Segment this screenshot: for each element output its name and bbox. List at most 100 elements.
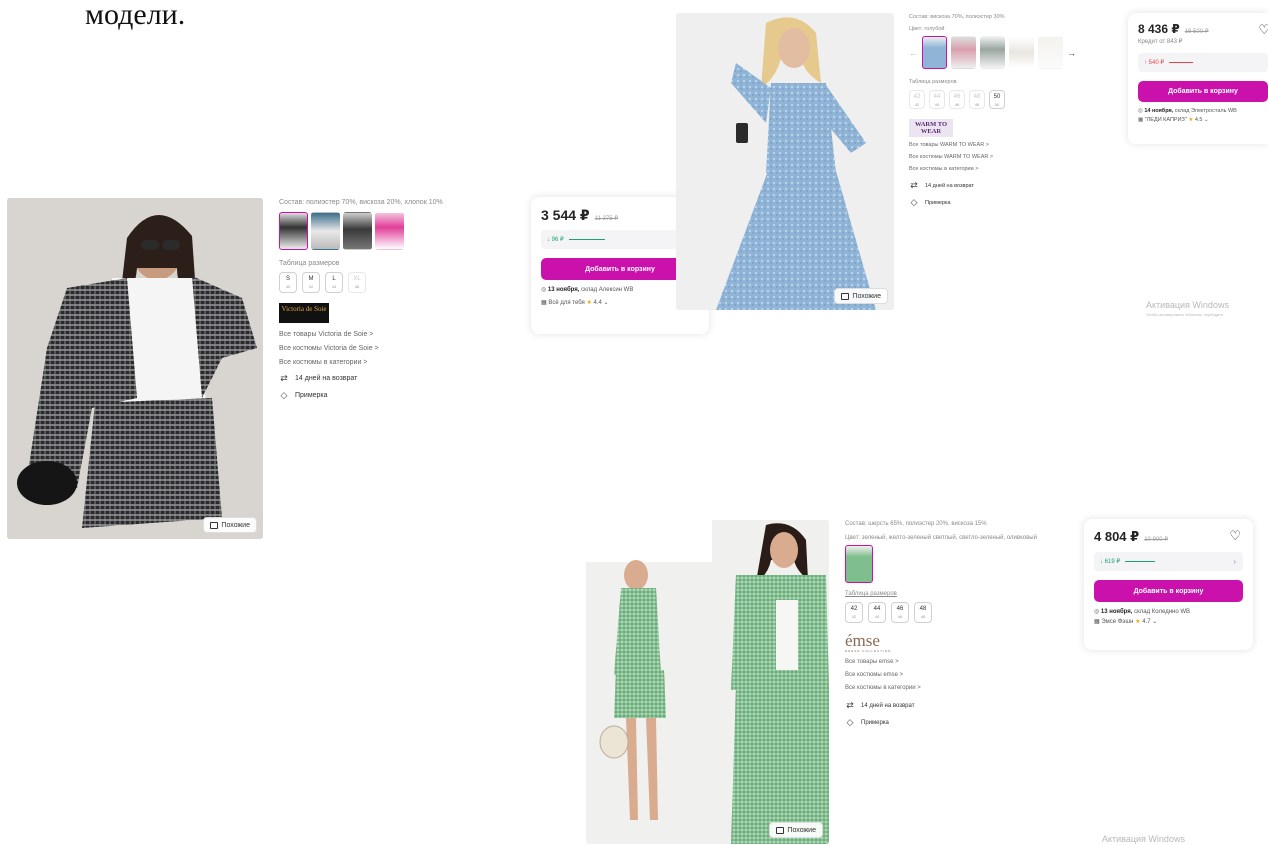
category-link[interactable]: Все костюмы в категории > (279, 359, 519, 366)
current-price: 8 436 ₽ (1138, 22, 1180, 36)
color-thumbnails (845, 545, 1075, 583)
product-photo[interactable]: Похожие (676, 13, 894, 310)
similar-button[interactable]: Похожие (769, 822, 823, 838)
similar-button[interactable]: Похожие (834, 288, 888, 304)
size-option[interactable]: XL 46 (348, 272, 366, 293)
return-policy: ⇄ 14 дней на возврат (280, 373, 358, 383)
size-option[interactable]: 42 42 (845, 602, 863, 623)
size-table-link[interactable]: Таблица размеров (279, 260, 519, 267)
brand-all-items-link[interactable]: Все товары emse > (845, 659, 1075, 665)
brand-all-items-link[interactable]: Все товары Victoria de Soie > (279, 331, 519, 338)
add-to-cart-button[interactable]: Добавить в корзину (1094, 580, 1243, 602)
tag-icon: ◇ (846, 717, 854, 727)
product-info: Состав: шерсть 65%, полиэстер 20%, виско… (845, 521, 1075, 734)
size-option[interactable]: 42 42 (909, 90, 925, 109)
return-icon: ⇄ (280, 373, 288, 383)
composition: Состав: полиэстер 70%, вискоза 20%, хлоп… (279, 199, 443, 206)
category-link[interactable]: Все костюмы в категории > (909, 166, 1109, 172)
seller-info[interactable]: ▦ Эмсе Фэшн ★ 4.7 ⌄ (1094, 618, 1243, 625)
size-table-link[interactable]: Таблица размеров (845, 591, 1075, 597)
size-option[interactable]: 44 44 (868, 602, 886, 623)
similar-label: Похожие (221, 521, 250, 529)
model-illustration (676, 13, 894, 310)
windows-watermark: Активация Windows (1146, 300, 1229, 310)
similar-icon (776, 826, 785, 834)
color-thumb[interactable] (845, 545, 873, 583)
arrow-left-icon[interactable]: ← (909, 48, 918, 58)
size-option[interactable]: 50 50 (989, 90, 1005, 109)
composition: Состав: вискоза 70%, полиэстер 30% (909, 14, 1005, 20)
tag-icon: ◇ (910, 197, 918, 207)
delivery-info: ◎ 14 ноября, склад Электросталь WB (1138, 108, 1237, 114)
brand-all-items-link[interactable]: Все товары WARM TO WEAR > (909, 142, 1109, 148)
brand-logo[interactable]: Victoria de Soie (279, 303, 329, 323)
color-thumb[interactable] (951, 36, 976, 69)
size-option[interactable]: 46 46 (949, 90, 965, 109)
price-history[interactable]: ↓ 619 ₽ › (1094, 552, 1243, 571)
similar-button[interactable]: Похожие (203, 517, 257, 533)
color-thumbnails (279, 212, 519, 250)
color-thumb[interactable] (1038, 36, 1063, 69)
fitting-option: ◇ Примерка (910, 197, 951, 207)
product-photo[interactable]: Похожие (7, 198, 263, 539)
delivery-info: ◎ 13 ноября, склад Коледино WB (1094, 609, 1191, 615)
color-thumb[interactable] (343, 212, 372, 250)
color-thumb[interactable] (980, 36, 1005, 69)
windows-watermark: Активация Windows (1102, 834, 1185, 844)
product-info: Состав: полиэстер 70%, вискоза 20%, хлоп… (279, 199, 519, 407)
fitting-option: ◇ Примерка (280, 390, 328, 400)
price-history[interactable]: ↑ 540 ₽ (1138, 53, 1268, 72)
size-option[interactable]: S 40 (279, 272, 297, 293)
return-policy: ⇄ 14 дней на возврат (910, 180, 974, 190)
credit-info: Кредит от 843 ₽ (1138, 39, 1183, 45)
color-name: Цвет: голубой (909, 26, 945, 32)
color-carousel: ← → (909, 36, 1109, 69)
favorite-heart-icon[interactable]: ♡ (1258, 22, 1268, 38)
product-photo[interactable]: Похожие (586, 520, 829, 844)
composition: Состав: шерсть 65%, полиэстер 20%, виско… (845, 521, 987, 527)
windows-watermark-subtitle: Чтобы активировать Windows, перейдите (1146, 312, 1224, 317)
color-thumb[interactable] (279, 212, 308, 250)
color-thumb[interactable] (1009, 36, 1034, 69)
old-price: 11 375 ₽ (594, 216, 619, 222)
size-option[interactable]: 48 48 (969, 90, 985, 109)
chevron-right-icon: › (1233, 557, 1236, 566)
current-price: 4 804 ₽ (1094, 529, 1140, 544)
brand-logo[interactable]: WARM TO WEAR (909, 119, 953, 137)
size-option[interactable]: 48 48 (914, 602, 932, 623)
size-selector: 42 42 44 44 46 46 48 48 (845, 602, 1075, 623)
size-table-link[interactable]: Таблица размеров (909, 79, 1109, 85)
price-card: 4 804 ₽ 10 900 ₽ ♡ ↓ 619 ₽ › Добавить в … (1084, 519, 1253, 650)
return-policy: ⇄ 14 дней на возврат (846, 700, 915, 710)
favorite-heart-icon[interactable]: ♡ (1229, 528, 1241, 544)
brand-suits-link[interactable]: Все костюмы Victoria de Soie > (279, 345, 519, 352)
color-thumb[interactable] (375, 212, 404, 250)
price-trend-line (1169, 62, 1194, 63)
category-link[interactable]: Все костюмы в категории > (845, 685, 1075, 691)
size-option[interactable]: M 42 (302, 272, 320, 293)
star-icon: ★ (1135, 619, 1141, 625)
color-thumb[interactable] (311, 212, 340, 250)
price-card: 8 436 ₽ 16 500 ₽ ♡ Кредит от 843 ₽ ↑ 540… (1128, 13, 1268, 144)
price-trend-line (1125, 561, 1156, 562)
size-option[interactable]: 46 46 (891, 602, 909, 623)
similar-icon (210, 521, 219, 529)
size-option[interactable]: L 44 (325, 272, 343, 293)
brand-logo[interactable]: émse DRESS COLLECTION (845, 632, 1075, 653)
brand-suits-link[interactable]: Все костюмы emse > (845, 672, 1075, 678)
size-option[interactable]: 44 44 (929, 90, 945, 109)
color-name: Цвет: зеленый, желто-зеленый светлый, св… (845, 535, 1037, 541)
model-illustration (586, 520, 829, 844)
similar-label: Похожие (787, 826, 816, 834)
brand-suits-link[interactable]: Все костюмы WARM TO WEAR > (909, 154, 1109, 160)
arrow-right-icon[interactable]: → (1067, 48, 1076, 58)
price-change: ↓ 96 ₽ (547, 237, 564, 243)
fitting-option: ◇ Примерка (846, 717, 889, 727)
old-price: 10 900 ₽ (1144, 537, 1169, 543)
add-to-cart-button[interactable]: Добавить в корзину (1138, 81, 1268, 102)
color-thumb[interactable] (922, 36, 947, 69)
product-info: Состав: вискоза 70%, полиэстер 30% Цвет:… (909, 14, 1109, 214)
star-icon: ★ (1188, 117, 1194, 123)
return-icon: ⇄ (910, 180, 918, 190)
seller-info[interactable]: ▦ "ЛЕДИ КАПРИЗ" ★ 4.5 ⌄ (1138, 117, 1268, 123)
